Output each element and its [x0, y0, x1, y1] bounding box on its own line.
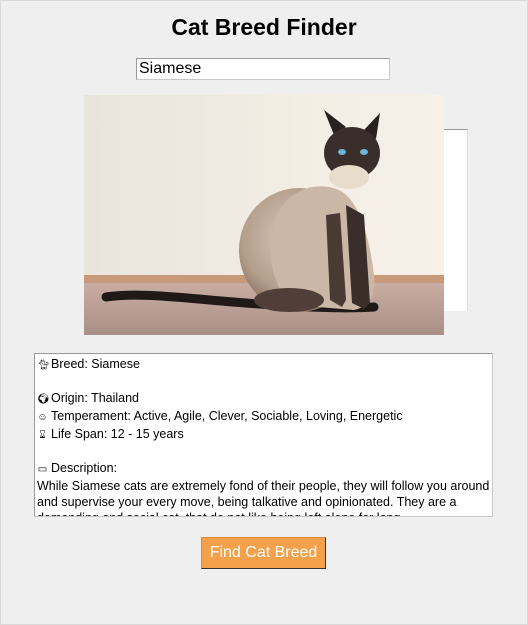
scroll-icon: ▭	[37, 464, 48, 475]
smile-icon: ☺	[37, 412, 48, 423]
origin-row: 🌍︎Origin: Thailand	[37, 390, 490, 408]
temperament-text: Temperament: Active, Agile, Clever, Soci…	[51, 409, 403, 423]
find-cat-breed-button[interactable]: Find Cat Breed	[201, 537, 326, 569]
page-title: Cat Breed Finder	[171, 14, 357, 40]
description-heading-row: ▭ Description:	[37, 460, 490, 478]
temperament-row: ☺ Temperament: Active, Agile, Clever, Soc…	[37, 408, 490, 426]
origin-text: Origin: Thailand	[51, 391, 140, 405]
breed-row: 🐈︎Breed: Siamese	[37, 356, 490, 374]
lifespan-row: ⌛︎ Life Span: 12 - 15 years	[37, 426, 490, 444]
hourglass-icon: ⌛︎	[39, 430, 46, 441]
breed-text: Breed: Siamese	[51, 357, 140, 371]
image-panel-edge	[444, 129, 468, 311]
cat-icon: 🐈︎	[37, 360, 50, 371]
description-heading: Description:	[51, 461, 117, 475]
breed-info-panel[interactable]: 🐈︎Breed: Siamese 🌍︎Origin: Thailand ☺ Tem…	[34, 353, 493, 517]
globe-icon: 🌍︎	[37, 394, 50, 405]
lifespan-text: Life Span: 12 - 15 years	[51, 427, 184, 441]
breed-search-input[interactable]	[136, 58, 390, 80]
description-text: While Siamese cats are extremely fond of…	[37, 479, 490, 516]
cat-photo	[84, 95, 444, 335]
